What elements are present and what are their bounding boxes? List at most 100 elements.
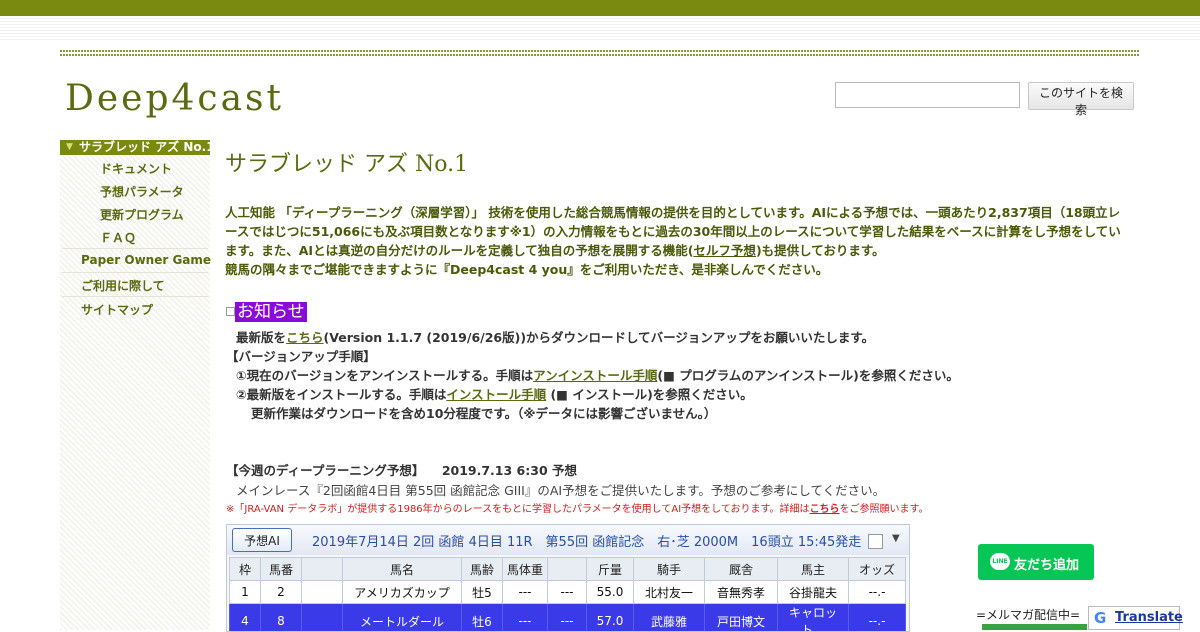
table-header-row: 枠 馬番 馬名 馬齢 馬体重 斤量 騎手 厩舎 馬主 オッズ — [230, 558, 906, 581]
cell-weight-diff: --- — [548, 581, 587, 604]
race-title: 2019年7月14日 2回 函館 4日目 11R 第55回 函館記念 右･芝 2… — [312, 531, 861, 550]
cell-mark — [302, 604, 343, 632]
cell-odds: --.- — [849, 604, 906, 632]
col-trainer[interactable]: 厩舎 — [705, 558, 778, 581]
col-owner[interactable]: 馬主 — [778, 558, 849, 581]
entries-table: 枠 馬番 馬名 馬齢 馬体重 斤量 騎手 厩舎 馬主 オッズ 1 2 アメリカズ… — [229, 557, 906, 632]
download-link[interactable]: こちら — [286, 330, 324, 345]
notice-text: 最新版を — [236, 330, 286, 345]
translate-button[interactable]: G Translate — [1088, 606, 1180, 630]
mailmag-label: =メルマガ配信中= — [976, 606, 1080, 623]
cell-horse-name: アメリカズカップ — [343, 581, 462, 604]
cell-mark — [302, 581, 343, 604]
notice-line-download: 最新版をこちら(Version 1.1.7 (2019/6/26版))からダウン… — [236, 327, 874, 346]
note-text: をご参照願います。 — [840, 504, 929, 515]
line-button-label: 友だち追加 — [1014, 554, 1079, 573]
race-table-header: 予想AI 2019年7月14日 2回 函館 4日目 11R 第55回 函館記念 … — [227, 525, 909, 555]
intro-text-c: 競馬の隅々までご堪能できますように『Deep4cast 4 you』をご利用いた… — [225, 262, 828, 277]
notice-text: (■ プログラムのアンインストール)を参照ください。 — [657, 368, 958, 383]
header-checkbox[interactable] — [868, 534, 883, 549]
header-divider-bottom — [60, 54, 1140, 56]
search-button[interactable]: このサイトを検索 — [1028, 82, 1134, 110]
notice-line-duration: 更新作業はダウンロードを含め10分程度です。（※データには影響ございません。） — [251, 403, 716, 422]
search-input[interactable] — [835, 82, 1020, 108]
col-age[interactable]: 馬齢 — [462, 558, 503, 581]
notice-text: (Version 1.1.7 (2019/6/26版))からダウンロードしてバー… — [324, 330, 875, 345]
col-kinryo[interactable]: 斤量 — [587, 558, 634, 581]
notice-text: ②最新版をインストールする。手順は — [236, 387, 446, 402]
cell-kinryo: 57.0 — [587, 604, 634, 632]
expand-triangle-icon: ▼ — [66, 140, 73, 155]
col-jockey[interactable]: 騎手 — [634, 558, 705, 581]
top-banner — [0, 0, 1200, 16]
detail-link[interactable]: こちら — [810, 504, 840, 515]
header-stripe — [0, 16, 1200, 40]
install-link[interactable]: インストール手順 — [446, 387, 546, 402]
cell-odds: --.- — [849, 581, 906, 604]
line-add-friend-button[interactable]: LINE 友だち追加 — [978, 544, 1094, 580]
sidebar-divider — [62, 296, 208, 297]
self-yoso-link[interactable]: セルフ予想 — [693, 243, 756, 258]
cell-umaban: 2 — [261, 581, 302, 604]
intro-text-b: )も提供しております。 — [756, 243, 885, 258]
sidebar-subitem-parameters[interactable]: 予想パラメータ — [100, 183, 184, 200]
col-waku[interactable]: 枠 — [230, 558, 261, 581]
weekly-heading: 【今週のディープラーニング予想】 2019.7.13 6:30 予想 — [226, 460, 577, 479]
sidebar-item-label: サラブレッド アズ No.1 — [79, 140, 215, 155]
uninstall-link[interactable]: アンインストール手順 — [533, 368, 657, 383]
sidebar-item-terms[interactable]: ご利用に際して — [81, 277, 165, 294]
cell-age: 牡5 — [462, 581, 503, 604]
cell-horse-name: メートルダール — [343, 604, 462, 632]
google-icon: G — [1094, 609, 1106, 627]
col-mark[interactable] — [302, 558, 343, 581]
table-row[interactable]: 1 2 アメリカズカップ 牡5 --- --- 55.0 北村友一 音無秀孝 谷… — [230, 581, 906, 604]
intro-text-a: 人工知能 「ディープラーニング（深層学習）」 技術を使用した総合競馬情報の提供を… — [225, 205, 1121, 258]
weekly-date: 2019.7.13 6:30 予想 — [442, 463, 577, 478]
sidebar-subitem-faq[interactable]: ＦＡＱ — [100, 229, 136, 246]
cell-waku: 1 — [230, 581, 261, 604]
bullet-icon — [226, 307, 235, 316]
dropdown-arrow-icon[interactable]: ▼ — [892, 533, 900, 544]
site-title[interactable]: Deep4cast — [65, 78, 284, 119]
col-odds[interactable]: オッズ — [849, 558, 906, 581]
weekly-description: メインレース『2回函館4日目 第55回 函館記念 GIII』のAI予想をご提供い… — [236, 480, 885, 499]
sidebar-item-sitemap[interactable]: サイトマップ — [81, 301, 153, 318]
sidebar-divider — [62, 248, 208, 249]
sidebar-subitem-update[interactable]: 更新プログラム — [100, 206, 184, 223]
notice-line-steps-heading: 【バージョンアップ手順】 — [226, 346, 376, 365]
cell-waku: 4 — [230, 604, 261, 632]
cell-trainer: 音無秀孝 — [705, 581, 778, 604]
sidebar: ▼ サラブレッド アズ No.1 ドキュメント 予想パラメータ 更新プログラム … — [60, 140, 210, 630]
notice-text: (■ インストール)を参照ください。 — [546, 387, 753, 402]
col-weight[interactable]: 馬体重 — [503, 558, 548, 581]
notice-line-uninstall: ①現在のバージョンをアンインストールする。手順はアンインストール手順(■ プログ… — [236, 365, 959, 384]
note-text: ※「JRA-VAN データラボ」が提供する1986年からのレースをもとに学習した… — [226, 504, 810, 515]
cell-weight: --- — [503, 581, 548, 604]
mailmag-signup-bar[interactable] — [982, 624, 1087, 630]
cell-umaban: 8 — [261, 604, 302, 632]
intro-text: 人工知能 「ディープラーニング（深層学習）」 技術を使用した総合競馬情報の提供を… — [225, 203, 1130, 279]
race-prediction-table: 予想AI 2019年7月14日 2回 函館 4日目 11R 第55回 函館記念 … — [226, 524, 910, 632]
col-horse-name[interactable]: 馬名 — [343, 558, 462, 581]
page-title: サラブレッド アズ No.1 — [225, 146, 468, 178]
line-icon: LINE — [990, 553, 1010, 570]
sidebar-item-paper-owner-game[interactable]: Paper Owner Game — [81, 253, 211, 267]
sidebar-item-thoroughbred[interactable]: ▼ サラブレッド アズ No.1 — [60, 140, 210, 155]
cell-age: 牡6 — [462, 604, 503, 632]
ai-prediction-button[interactable]: 予想AI — [232, 528, 292, 552]
col-weight-diff[interactable] — [548, 558, 587, 581]
notice-heading-label: お知らせ — [235, 302, 307, 322]
cell-weight: --- — [503, 604, 548, 632]
sidebar-divider — [62, 272, 208, 273]
table-row-selected[interactable]: 4 8 メートルダール 牡6 --- --- 57.0 武藤雅 戸田博文 キャロ… — [230, 604, 906, 632]
notice-line-install: ②最新版をインストールする。手順はインストール手順 (■ インストール)を参照く… — [236, 384, 753, 403]
sidebar-subitem-document[interactable]: ドキュメント — [100, 160, 172, 177]
weekly-heading-label: 【今週のディープラーニング予想】 — [226, 463, 424, 478]
cell-weight-diff: --- — [548, 604, 587, 632]
col-umaban[interactable]: 馬番 — [261, 558, 302, 581]
cell-trainer: 戸田博文 — [705, 604, 778, 632]
notice-text: ①現在のバージョンをアンインストールする。手順は — [236, 368, 533, 383]
cell-kinryo: 55.0 — [587, 581, 634, 604]
cell-jockey: 北村友一 — [634, 581, 705, 604]
cell-owner: キャロット… — [778, 604, 849, 632]
